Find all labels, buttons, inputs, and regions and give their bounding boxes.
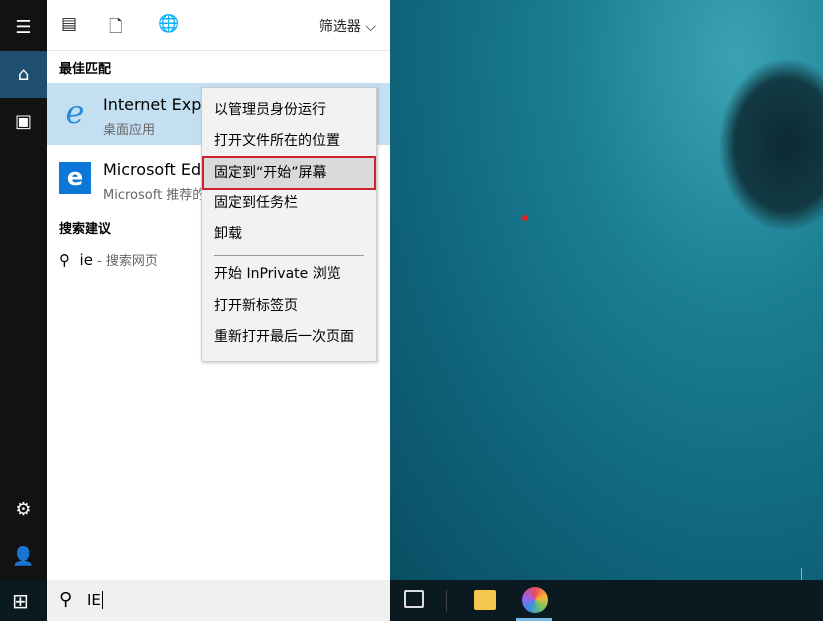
document-icon[interactable]: 🗋	[109, 14, 123, 43]
suggestion-suffix: - 搜索网页	[93, 254, 158, 269]
taskbar-search-box[interactable]: ⚲ IE	[47, 580, 390, 621]
wallpaper-swimmer	[720, 60, 823, 230]
web-suggestion[interactable]: ⚲ ie - 搜索网页	[59, 250, 158, 269]
internet-explorer-icon: e	[59, 97, 91, 129]
notebook-icon[interactable]: ▣	[0, 98, 47, 145]
apps-icon[interactable]: ▤	[61, 14, 77, 34]
result-subtitle: 桌面应用	[103, 119, 155, 138]
home-icon[interactable]: ⌂	[0, 51, 47, 98]
windows-start-icon[interactable]: ⊞	[12, 589, 29, 613]
web-icon[interactable]: 🌐	[158, 14, 179, 34]
search-icon: ⚲	[59, 589, 72, 610]
menu-run-as-admin[interactable]: 以管理员身份运行	[202, 95, 376, 126]
microsoft-edge-icon: e	[59, 162, 91, 194]
menu-open-file-location[interactable]: 打开文件所在的位置	[202, 126, 376, 157]
menu-separator	[214, 255, 364, 256]
menu-pin-to-taskbar[interactable]: 固定到任务栏	[202, 188, 376, 219]
menu-pin-to-start[interactable]: 固定到“开始”屏幕	[202, 156, 376, 190]
context-menu: 以管理员身份运行 打开文件所在的位置 固定到“开始”屏幕 固定到任务栏 卸载 开…	[201, 87, 377, 362]
file-explorer-icon[interactable]	[474, 590, 496, 610]
filter-bar: ▤ 🗋 🌐 筛选器 ⌵	[47, 0, 390, 51]
suggestion-query: ie	[80, 251, 93, 269]
best-match-heading: 最佳匹配	[59, 58, 111, 77]
search-icon: ⚲	[59, 251, 70, 269]
menu-inprivate[interactable]: 开始 InPrivate 浏览	[202, 259, 376, 290]
menu-uninstall[interactable]: 卸载	[202, 219, 376, 250]
start-sidebar: ☰ ⌂ ▣ ⚙ 👤	[0, 0, 47, 580]
task-view-icon[interactable]	[404, 590, 424, 608]
settings-gear-icon[interactable]: ⚙	[0, 486, 47, 533]
cursor-marker	[522, 215, 528, 221]
divider	[446, 590, 447, 612]
search-input[interactable]: IE	[87, 591, 103, 609]
chevron-down-icon: ⌵	[365, 19, 376, 35]
desktop-wallpaper	[390, 0, 823, 580]
filter-label: 筛选器	[319, 19, 361, 35]
hamburger-menu-icon[interactable]: ☰	[0, 4, 47, 51]
feedback-icon[interactable]: 👤	[0, 533, 47, 580]
taskbar: ⊞ ⚲ IE	[0, 580, 823, 621]
filter-dropdown[interactable]: 筛选器 ⌵	[319, 16, 376, 36]
menu-new-tab[interactable]: 打开新标签页	[202, 291, 376, 322]
menu-reopen-last[interactable]: 重新打开最后一次页面	[202, 322, 376, 353]
suggestions-heading: 搜索建议	[59, 218, 111, 237]
browser-app-icon[interactable]	[522, 587, 548, 613]
